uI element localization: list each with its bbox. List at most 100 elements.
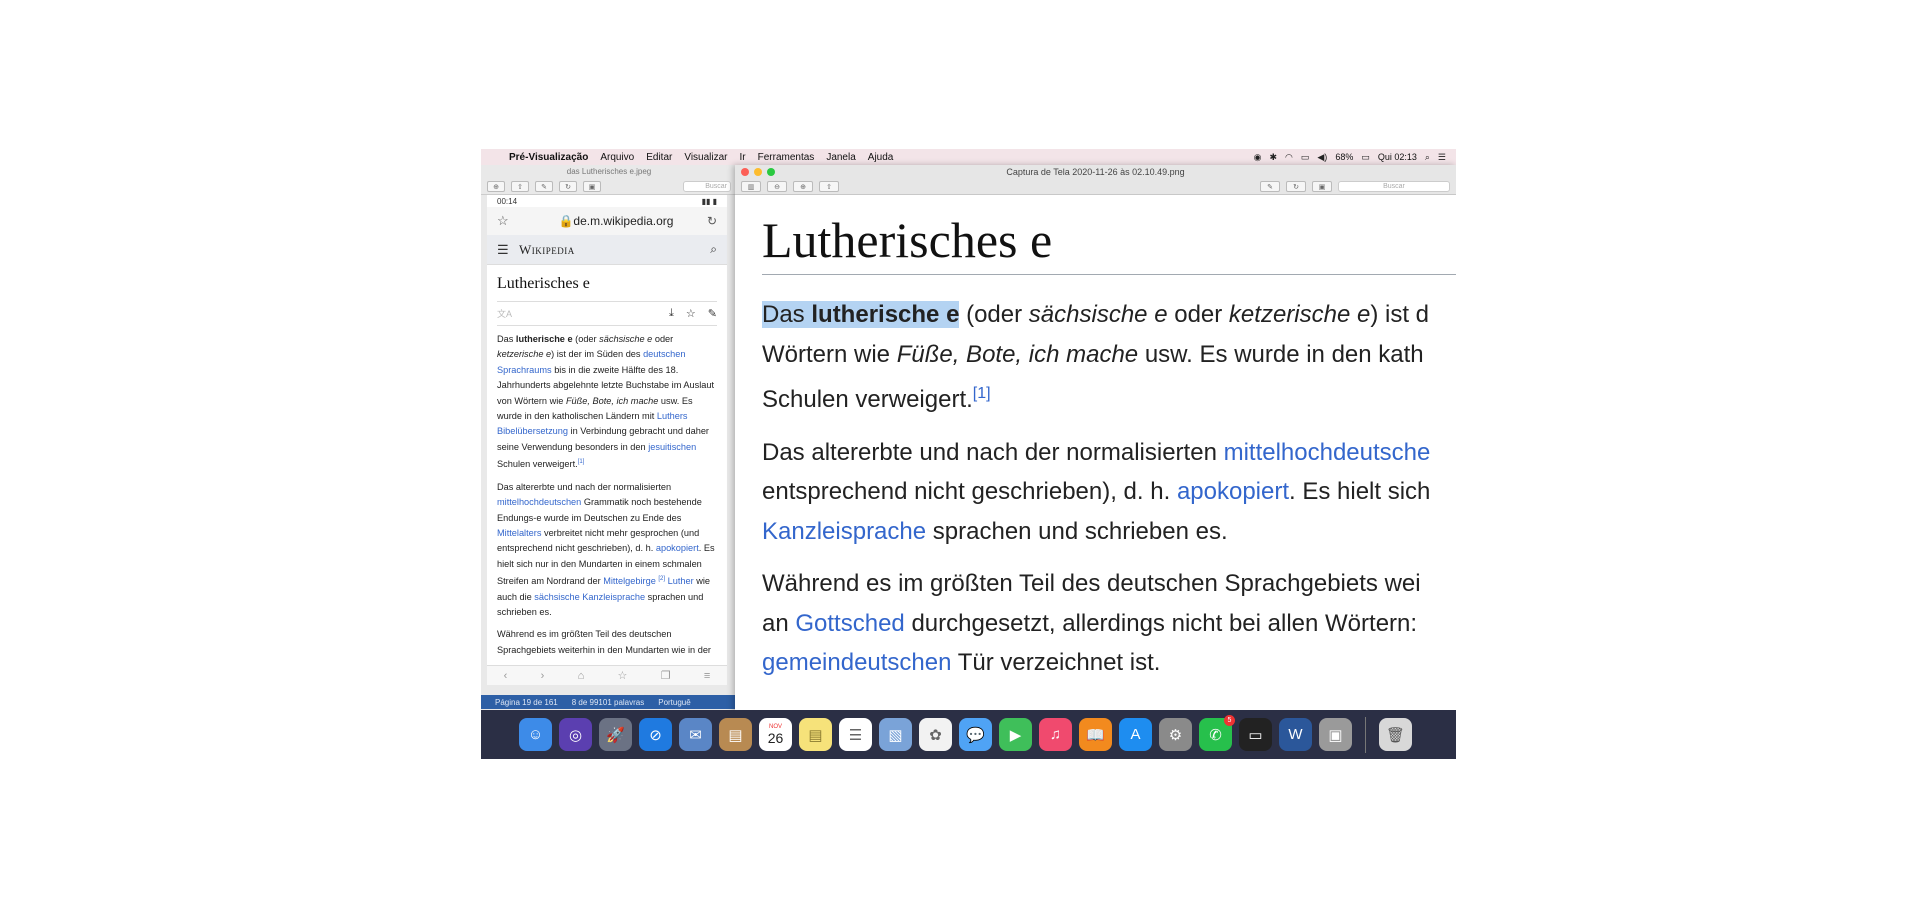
article-paragraph-2: Das altererbte und nach der normalisiert… (762, 433, 1456, 552)
share-icon[interactable]: ⇧ (819, 181, 839, 192)
notification-center-icon[interactable]: ☰ (1438, 152, 1446, 163)
watch-star-icon[interactable]: ☆ (686, 307, 696, 320)
reminders-icon[interactable]: ☰ (839, 718, 872, 751)
favorites-icon[interactable]: ☆ (618, 669, 628, 682)
airplay-icon[interactable]: ▭ (1301, 152, 1310, 163)
calendar-day: 26 (767, 729, 784, 746)
text: Das (497, 334, 516, 344)
whatsapp-icon[interactable]: ✆ 5 (1199, 715, 1235, 751)
close-window-icon[interactable] (741, 168, 749, 176)
language-icon[interactable]: 文A (497, 307, 512, 320)
hamburger-menu-icon[interactable]: ☰ (497, 242, 519, 258)
right-search-field[interactable]: Buscar (1338, 181, 1450, 192)
status-language[interactable]: Portuguê (658, 698, 690, 707)
launchpad-icon[interactable]: 🚀 (599, 718, 632, 751)
menu-arquivo[interactable]: Arquivo (594, 152, 640, 163)
accessibility-icon[interactable]: ◉ (1254, 152, 1262, 163)
phone-url[interactable]: 🔒de.m.wikipedia.org (525, 214, 707, 228)
system-preferences-icon[interactable]: ⚙ (1159, 718, 1192, 751)
menu-visualizar[interactable]: Visualizar (678, 152, 733, 163)
link-apokopiert[interactable]: apokopiert (1177, 478, 1289, 505)
status-page[interactable]: Página 19 de 161 (495, 698, 558, 707)
menu-clock[interactable]: Qui 02:13 (1378, 152, 1417, 162)
home-icon[interactable]: ⌂ (578, 670, 585, 682)
edit-pencil-icon[interactable]: ✎ (708, 307, 717, 320)
menu-janela[interactable]: Janela (820, 152, 861, 163)
article-paragraph-3: Während es im größten Teil des deutschen… (762, 564, 1456, 683)
zoom-window-icon[interactable] (767, 168, 775, 176)
left-search-field[interactable]: Buscar (683, 181, 731, 192)
tabs-icon[interactable]: ❐ (661, 669, 671, 682)
text: ) ist der im Süden des (551, 349, 644, 360)
back-icon[interactable]: ‹ (504, 670, 508, 682)
zoom-out-icon[interactable]: ⊖ (767, 181, 787, 192)
bluetooth-icon[interactable]: ✱ (1269, 152, 1277, 163)
link-jesuitischen[interactable]: jesuitischen (648, 442, 696, 452)
safari-icon[interactable]: ⊘ (639, 718, 672, 751)
link-gottsched[interactable]: Gottsched (795, 610, 904, 637)
menu-app-name[interactable]: Pré-Visualização (503, 152, 594, 163)
word-icon[interactable]: W (1279, 718, 1312, 751)
notes-icon[interactable]: ▤ (799, 718, 832, 751)
trash-icon[interactable]: 🗑 (1379, 718, 1412, 751)
text: sprachen und schrieben es. (926, 517, 1228, 545)
wifi-icon[interactable]: ◠ (1285, 152, 1293, 163)
contacts-icon[interactable]: ▤ (719, 718, 752, 751)
mail-icon[interactable]: ✉ (679, 718, 712, 751)
bookmark-star-icon[interactable]: ☆ (497, 213, 525, 229)
facetime-icon[interactable]: ▶ (999, 718, 1032, 751)
zoom-icon[interactable]: ⊕ (487, 181, 505, 192)
text: (oder (959, 301, 1029, 328)
toolbox-icon[interactable]: ▣ (583, 181, 601, 192)
share-icon[interactable]: ⇧ (511, 181, 529, 192)
calendar-icon[interactable]: NOV 26 (759, 718, 792, 751)
photos-icon[interactable]: ✿ (919, 718, 952, 751)
wikipedia-header: ☰ Wikipedia ⌕ (487, 235, 727, 265)
image-capture-icon[interactable]: ▣ (1319, 718, 1352, 751)
link-mittelhochdeutschen[interactable]: mittelhochdeutschen (497, 497, 581, 507)
link-luther[interactable]: Luther (668, 576, 694, 586)
download-icon[interactable]: ⤓ (669, 307, 674, 320)
search-icon[interactable]: ⌕ (710, 242, 717, 257)
phone-screenshot: 00:14 ▮▮ ▮ ☆ 🔒de.m.wikipedia.org ↻ ☰ Wik… (487, 195, 727, 685)
link-mittelalters[interactable]: Mittelalters (497, 528, 541, 538)
minimize-window-icon[interactable] (754, 168, 762, 176)
menu-ajuda[interactable]: Ajuda (862, 152, 900, 163)
markup-icon[interactable]: ✎ (535, 181, 553, 192)
link-mittelgebirge[interactable]: Mittelgebirge (603, 576, 656, 586)
status-words[interactable]: 8 de 99101 palavras (572, 698, 645, 707)
phone-article-actions: 文A ⤓ ☆ ✎ (497, 302, 717, 326)
link-kanzleisprache[interactable]: Kanzleisprache (762, 518, 926, 545)
preview-window-left: das Lutherisches e.jpeg ⊕ ⇧ ✎ ↻ ▣ Buscar… (481, 165, 737, 759)
wikipedia-logo[interactable]: Wikipedia (519, 242, 710, 258)
reference-1[interactable]: [1] (578, 459, 585, 465)
music-icon[interactable]: ♫ (1039, 718, 1072, 751)
link-mittelhochdeutschen[interactable]: mittelhochdeutsche (1224, 439, 1431, 466)
preview-icon[interactable]: ▧ (879, 718, 912, 751)
rotate-icon[interactable]: ↻ (1286, 181, 1306, 192)
siri-icon[interactable]: ◎ (559, 718, 592, 751)
messages-icon[interactable]: 💬 (959, 718, 992, 751)
spotlight-icon[interactable]: ⌕ (1425, 152, 1430, 163)
reload-icon[interactable]: ↻ (707, 214, 717, 228)
sidebar-toggle-icon[interactable]: ▥ (741, 181, 761, 192)
menu-editar[interactable]: Editar (640, 152, 678, 163)
volume-icon[interactable]: ◀) (1317, 152, 1327, 163)
link-gemeindeutschen[interactable]: gemeindeutschen (762, 649, 951, 676)
appstore-icon[interactable]: A (1119, 718, 1152, 751)
terminal-icon[interactable]: ▭ (1239, 718, 1272, 751)
books-icon[interactable]: 📖 (1079, 718, 1112, 751)
finder-icon[interactable]: ☺ (519, 718, 552, 751)
link-apokopiert[interactable]: apokopiert (656, 543, 699, 553)
link-saechsische-kanzleisprache[interactable]: sächsische Kanzleisprache (534, 592, 645, 602)
toolbox-icon[interactable]: ▣ (1312, 181, 1332, 192)
battery-icon[interactable]: ▭ (1361, 152, 1370, 163)
markup-icon[interactable]: ✎ (1260, 181, 1280, 192)
menu-ir[interactable]: Ir (734, 152, 752, 163)
rotate-icon[interactable]: ↻ (559, 181, 577, 192)
reference-1[interactable]: [1] (973, 385, 991, 402)
forward-icon[interactable]: › (541, 670, 545, 682)
more-menu-icon[interactable]: ≡ (704, 670, 710, 682)
menu-ferramentas[interactable]: Ferramentas (752, 152, 821, 163)
zoom-in-icon[interactable]: ⊕ (793, 181, 813, 192)
